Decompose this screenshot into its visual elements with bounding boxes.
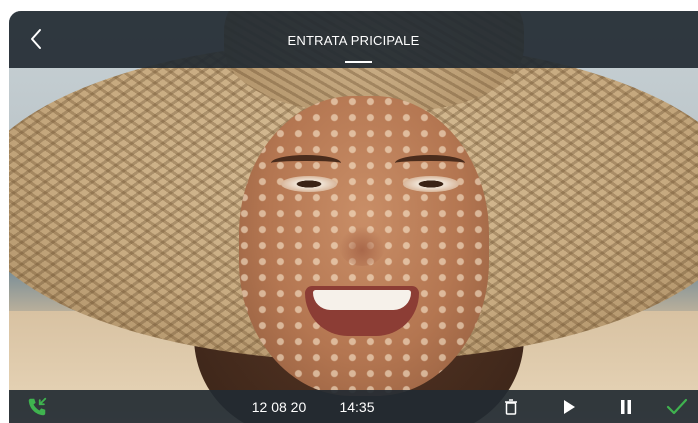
phone-incoming-icon bbox=[28, 397, 47, 415]
pause-icon bbox=[621, 399, 631, 414]
video-left-eye bbox=[281, 176, 337, 192]
video-right-eye bbox=[403, 176, 459, 192]
video-right-brow bbox=[395, 155, 465, 171]
check-icon bbox=[666, 398, 688, 414]
recording-date: 12 08 20 bbox=[251, 398, 307, 415]
answer-call-button[interactable] bbox=[23, 390, 51, 423]
video-nose bbox=[339, 226, 385, 266]
video-teeth bbox=[313, 290, 411, 310]
title-underline bbox=[345, 61, 372, 63]
trash-icon bbox=[505, 398, 517, 415]
video-left-brow bbox=[271, 155, 341, 171]
bottom-bar: 12 08 20 14:35 bbox=[9, 390, 698, 423]
recording-time: 14:35 bbox=[339, 398, 375, 415]
camera-video-feed bbox=[9, 11, 698, 423]
pause-button[interactable] bbox=[614, 390, 638, 423]
top-bar: ENTRATA PRICIPALE bbox=[9, 11, 698, 68]
intercom-screen: ENTRATA PRICIPALE 12 08 20 14:35 bbox=[9, 11, 698, 423]
delete-button[interactable] bbox=[499, 390, 523, 423]
play-button[interactable] bbox=[557, 390, 581, 423]
page-title: ENTRATA PRICIPALE bbox=[287, 33, 420, 48]
play-icon bbox=[564, 399, 575, 414]
confirm-button[interactable] bbox=[663, 390, 691, 423]
